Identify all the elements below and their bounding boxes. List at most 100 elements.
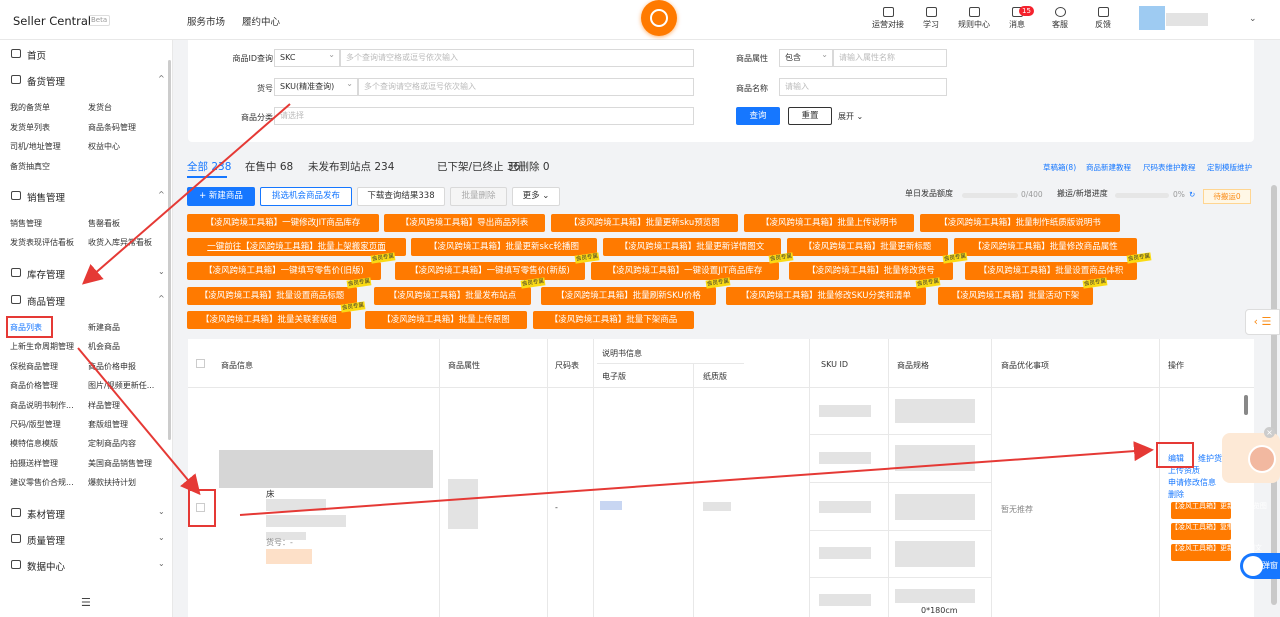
feedback-button[interactable]: 反馈 xyxy=(1083,7,1123,30)
template-link[interactable]: 定制模版维护 xyxy=(1207,162,1252,173)
toolbox-tag[interactable]: 【凌风跨境工具箱】批量修改货号 会员专属 xyxy=(789,252,968,280)
nav-fulfillment[interactable]: 履约中心 xyxy=(242,14,280,28)
collapse-sidebar-icon[interactable]: ☰ xyxy=(81,596,91,609)
sidebar-sub-item[interactable]: 销售管理 xyxy=(10,218,42,229)
toolbox-tag[interactable]: 【凌风跨境工具箱】批量下架商品 xyxy=(533,311,694,329)
toolbox-tag[interactable]: 【凌风跨境工具箱】批量设置商品体积 会员专属 xyxy=(965,252,1152,280)
category-select[interactable]: 请选择 xyxy=(274,107,694,125)
learn-button[interactable]: 学习 xyxy=(911,7,951,30)
id-search-input[interactable]: 多个查询请空格或逗号依次输入 xyxy=(340,49,694,67)
tab-all[interactable]: 全部 238 xyxy=(187,159,231,174)
ops-contact-button[interactable]: 运营对接 xyxy=(868,7,908,30)
sidebar-section-materials[interactable]: 素材管理 ⌄ xyxy=(0,502,173,524)
sidebar-sub-item[interactable]: 拍摄送样管理 xyxy=(10,458,58,469)
sidebar-sub-item[interactable]: 商品条码管理 xyxy=(88,122,136,133)
sidebar-sub-item[interactable]: 商品价格管理 xyxy=(10,380,58,391)
size-tutorial-link[interactable]: 尺码表维护教程 xyxy=(1143,162,1196,173)
toolbox-tag[interactable]: 【凌风跨境工具箱】批量设置商品标题 会员专属 xyxy=(187,277,372,305)
toolbox-tag[interactable]: 【凌风跨境工具箱】批量上传说明书 xyxy=(744,214,914,232)
code-type-select[interactable]: SKU(精准查询) xyxy=(274,76,358,96)
pending-move-badge[interactable]: 待搬运0 xyxy=(1203,189,1251,204)
page-scrollbar[interactable] xyxy=(1271,185,1277,605)
side-float-tab[interactable]: ‹ ☰ xyxy=(1245,309,1280,335)
sidebar-sub-item[interactable]: 套版组管理 xyxy=(88,419,128,430)
chevron-down-icon[interactable]: ⌄ xyxy=(1249,14,1257,24)
sidebar-sub-item[interactable]: 发货台 xyxy=(88,102,112,113)
sidebar-sub-item[interactable]: 机会商品 xyxy=(88,341,120,352)
code-search-input[interactable]: 多个查询请空格或逗号依次输入 xyxy=(358,78,694,96)
download-results-button[interactable]: 下载查询结果338 xyxy=(357,187,445,206)
select-all-checkbox[interactable] xyxy=(196,359,205,368)
toolbox-tag[interactable]: 【凌风跨境工具箱】一键设置JIT商品库存 会员专属 xyxy=(591,252,794,280)
sidebar-section-sales[interactable]: 销售管理 ^ xyxy=(0,185,173,207)
sidebar-sub-item[interactable]: 建议零售价合规... xyxy=(10,477,74,488)
attr-type-select[interactable]: 包含 xyxy=(779,47,833,67)
sidebar-sub-item[interactable]: 美国商品销售管理 xyxy=(88,458,152,469)
toolbox-tag[interactable]: 【凌风跨境工具箱】导出商品列表 xyxy=(384,214,545,232)
sidebar-sub-item[interactable]: 发货单列表 xyxy=(10,122,50,133)
sidebar-sub-item[interactable]: 商品价格申报 xyxy=(88,361,136,372)
sidebar-sub-item[interactable]: 上新生命周期管理 xyxy=(10,341,74,352)
toolbox-tag[interactable]: 【凌风跨境工具箱】批量更新skc轮播图 xyxy=(411,238,597,256)
batch-delete-button[interactable]: 批量删除 xyxy=(450,187,507,206)
sidebar-sub-item[interactable]: 权益中心 xyxy=(88,141,120,152)
create-tutorial-link[interactable]: 商品新建教程 xyxy=(1086,162,1131,173)
toolbox-tag[interactable]: 【凌风跨境工具箱】批量活动下架 会员专属 xyxy=(938,277,1108,305)
sidebar-sub-item[interactable]: 尺码/版型管理 xyxy=(10,419,61,430)
toolbox-tag[interactable]: 【凌风跨境工具箱】批量修改SKU分类和清单 会员专属 xyxy=(726,277,941,305)
sidebar-sub-item[interactable]: 保税商品管理 xyxy=(10,361,58,372)
sidebar-section-data[interactable]: 数据中心 ⌄ xyxy=(0,554,173,576)
op-tool-update-detail[interactable]: 【凌风工具箱】更新详情图文 xyxy=(1171,544,1262,561)
sidebar-section-products[interactable]: 商品管理 ^ xyxy=(0,289,173,311)
sidebar-sub-item[interactable]: 商品说明书制作... xyxy=(10,400,74,411)
sidebar-item-product-list[interactable]: 商品列表 xyxy=(10,322,42,333)
request-edit-link[interactable]: 申请修改信息 xyxy=(1168,477,1216,488)
toolbox-tag[interactable]: 【凌风跨境工具箱】批量刷新SKU价格 会员专属 xyxy=(541,277,731,305)
op-tool-update-sku-image[interactable]: 【凌风工具箱】更新sku预览图 xyxy=(1171,502,1267,519)
toolbox-tag[interactable]: 【凌风跨境工具箱】一键修改JIT商品库存 xyxy=(187,214,379,232)
drafts-link[interactable]: 草稿箱(8) xyxy=(1043,162,1076,173)
rules-button[interactable]: 规则中心 xyxy=(954,7,994,30)
toolbox-tag[interactable]: 【凌风跨境工具箱】批量修改商品属性 xyxy=(954,238,1137,256)
nav-service-market[interactable]: 服务市场 xyxy=(187,14,225,28)
sidebar-section-quality[interactable]: 质量管理 ⌄ xyxy=(0,528,173,550)
app-logo[interactable]: Seller Central xyxy=(13,14,91,28)
sidebar-sub-item[interactable]: 样品管理 xyxy=(88,400,120,411)
close-icon[interactable]: × xyxy=(1264,427,1275,438)
mascot-icon[interactable] xyxy=(1222,433,1280,483)
edit-link[interactable]: 编辑 xyxy=(1168,453,1184,464)
sidebar-sub-item[interactable]: 我的备货单 xyxy=(10,102,50,113)
avatar[interactable] xyxy=(1139,6,1165,30)
popup-toggle[interactable]: 弹窗 xyxy=(1240,553,1280,579)
toolbox-tag[interactable]: 【凌风跨境工具箱】批量关联套版组 会员专属 xyxy=(187,301,366,329)
tab-on-sale[interactable]: 在售中 68 xyxy=(245,159,293,174)
sidebar-sub-item[interactable]: 备货抽真空 xyxy=(10,161,50,172)
sidebar-scrollbar[interactable] xyxy=(168,60,171,440)
toolbox-float-icon[interactable] xyxy=(641,0,677,36)
attr-search-input[interactable]: 请输入属性名称 xyxy=(833,49,947,67)
sidebar-sub-item[interactable]: 定制商品内容 xyxy=(88,438,136,449)
sidebar-sub-item[interactable]: 新建商品 xyxy=(88,322,120,333)
id-type-select[interactable]: SKC xyxy=(274,47,340,67)
toolbox-tag[interactable]: 【凌风跨境工具箱】批量更新标题 xyxy=(787,238,948,256)
messages-button[interactable]: 消息 15 xyxy=(997,6,1037,30)
toolbox-tag[interactable]: 一键前往【凌风跨境工具箱】批量上架搬家页面 xyxy=(187,238,406,256)
tab-unpublished[interactable]: 未发布到站点 234 xyxy=(308,159,394,174)
more-button[interactable]: 更多 ⌄ xyxy=(512,187,560,206)
toolbox-tag[interactable]: 【凌风跨境工具箱】批量制作纸质版说明书 xyxy=(920,214,1120,232)
sidebar-sub-item[interactable]: 发货表现评估看板 xyxy=(10,237,74,248)
reset-button[interactable]: 重置 xyxy=(788,107,832,125)
toolbox-tag[interactable]: 【凌风跨境工具箱】批量更新sku预览图 xyxy=(551,214,738,232)
new-product-button[interactable]: + 新建商品 xyxy=(187,187,255,206)
expand-filters-button[interactable]: 展开 ⌄ xyxy=(838,111,863,122)
sidebar-item-home[interactable]: 首页 xyxy=(0,43,173,65)
toolbox-tag[interactable]: 【凌风跨境工具箱】一键填写零售价(新版) 会员专属 xyxy=(395,252,600,280)
sidebar-sub-item[interactable]: 模特信息模版 xyxy=(10,438,58,449)
name-search-input[interactable]: 请输入 xyxy=(779,78,947,96)
table-scrollbar[interactable] xyxy=(1244,395,1248,415)
op-tool-copy-product[interactable]: 【凌风工具箱】复制产品 xyxy=(1171,523,1248,540)
pick-opportunity-button[interactable]: 挑选机会商品发布 xyxy=(260,187,352,206)
row-checkbox[interactable] xyxy=(196,503,205,512)
sidebar-section-inventory[interactable]: 库存管理 ⌄ xyxy=(0,262,173,284)
sidebar-sub-item[interactable]: 售罄看板 xyxy=(88,218,120,229)
